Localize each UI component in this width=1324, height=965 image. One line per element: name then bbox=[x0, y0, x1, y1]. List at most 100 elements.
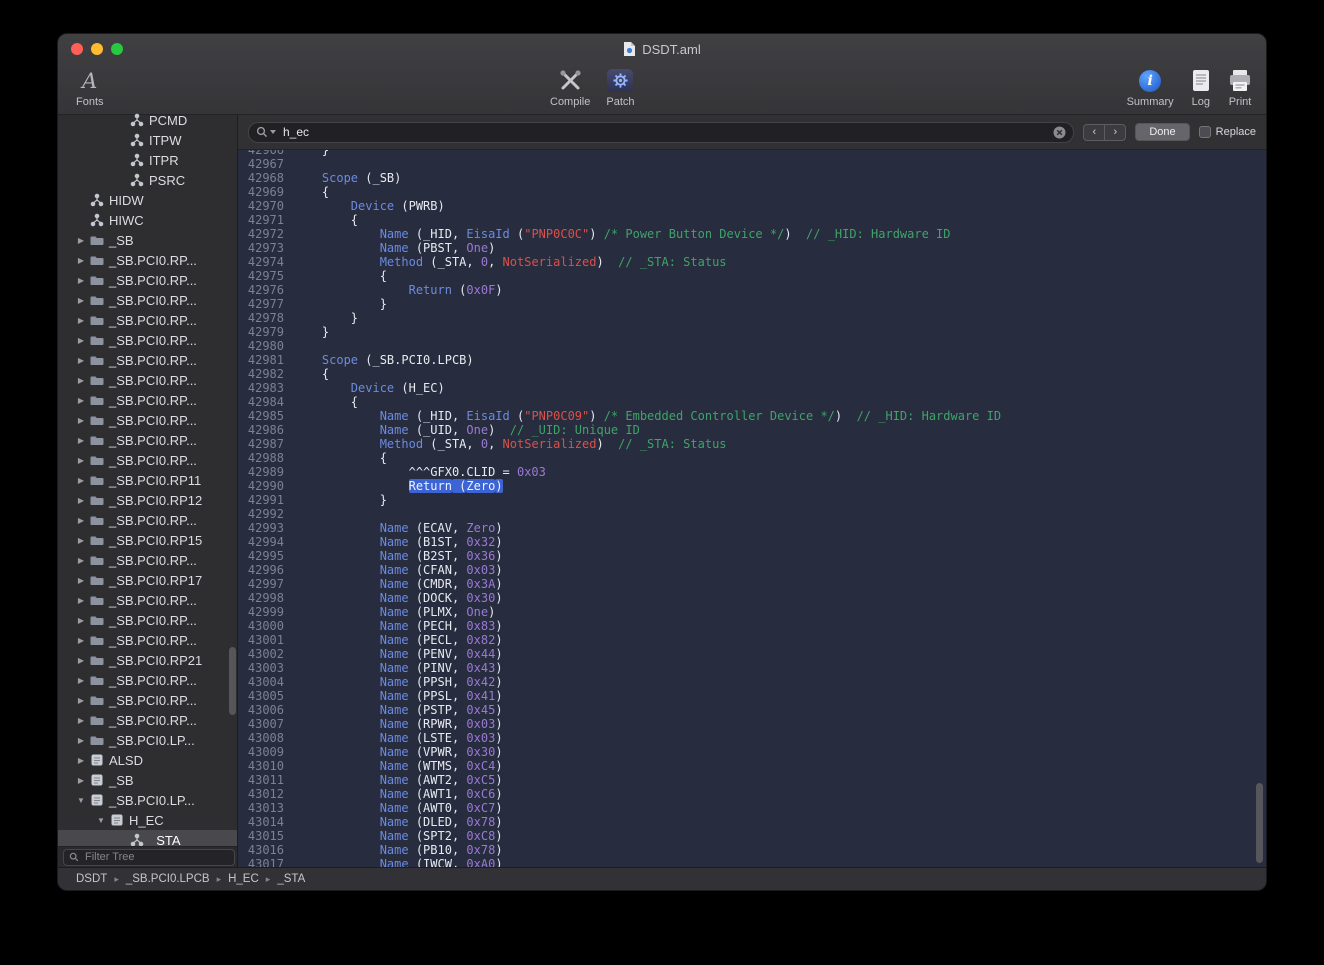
sidebar-item-_sb-pci0-rp21[interactable]: ▶_SB.PCI0.RP21 bbox=[58, 650, 237, 670]
disclosure-expanded-icon[interactable]: ▼ bbox=[74, 796, 88, 805]
code-line[interactable]: 42973 Name (PBST, One) bbox=[238, 241, 1266, 255]
code-line[interactable]: 42987 Method (_STA, 0, NotSerialized) //… bbox=[238, 437, 1266, 451]
disclosure-collapsed-icon[interactable]: ▶ bbox=[74, 236, 88, 245]
code-line[interactable]: 43013 Name (AWT0, 0xC7) bbox=[238, 801, 1266, 815]
code-line[interactable]: 42983 Device (H_EC) bbox=[238, 381, 1266, 395]
disclosure-collapsed-icon[interactable]: ▶ bbox=[74, 396, 88, 405]
find-next-button[interactable]: › bbox=[1104, 124, 1126, 141]
code-line[interactable]: 42996 Name (CFAN, 0x03) bbox=[238, 563, 1266, 577]
sidebar-item-_sb-pci0-lp-[interactable]: ▼_SB.PCI0.LP... bbox=[58, 790, 237, 810]
code-line[interactable]: 42980 bbox=[238, 339, 1266, 353]
code-line[interactable]: 42991 } bbox=[238, 493, 1266, 507]
code-line[interactable]: 42972 Name (_HID, EisaId ("PNP0C0C") /* … bbox=[238, 227, 1266, 241]
minimize-window-button[interactable] bbox=[91, 43, 103, 55]
code-line[interactable]: 42999 Name (PLMX, One) bbox=[238, 605, 1266, 619]
sidebar-scrollbar-thumb[interactable] bbox=[229, 647, 236, 715]
code-line[interactable]: 42988 { bbox=[238, 451, 1266, 465]
sidebar-item-_sb-pci0-lp-[interactable]: ▶_SB.PCI0.LP... bbox=[58, 730, 237, 750]
disclosure-collapsed-icon[interactable]: ▶ bbox=[74, 376, 88, 385]
code-line[interactable]: 42985 Name (_HID, EisaId ("PNP0C09") /* … bbox=[238, 409, 1266, 423]
sidebar-item-_sb-pci0-rp-[interactable]: ▶_SB.PCI0.RP... bbox=[58, 410, 237, 430]
code-line[interactable]: 42968 Scope (_SB) bbox=[238, 171, 1266, 185]
sidebar-item-psrc[interactable]: PSRC bbox=[58, 170, 237, 190]
replace-checkbox[interactable] bbox=[1199, 126, 1211, 138]
disclosure-expanded-icon[interactable]: ▼ bbox=[94, 816, 108, 825]
compile-button[interactable]: Compile bbox=[550, 68, 590, 108]
disclosure-collapsed-icon[interactable]: ▶ bbox=[74, 756, 88, 765]
code-line[interactable]: 42998 Name (DOCK, 0x30) bbox=[238, 591, 1266, 605]
disclosure-collapsed-icon[interactable]: ▶ bbox=[74, 276, 88, 285]
disclosure-collapsed-icon[interactable]: ▶ bbox=[74, 676, 88, 685]
sidebar-item-_sb-pci0-rp-[interactable]: ▶_SB.PCI0.RP... bbox=[58, 290, 237, 310]
sidebar-item-_sb-pci0-rp-[interactable]: ▶_SB.PCI0.RP... bbox=[58, 710, 237, 730]
disclosure-collapsed-icon[interactable]: ▶ bbox=[74, 496, 88, 505]
disclosure-collapsed-icon[interactable]: ▶ bbox=[74, 696, 88, 705]
code-line[interactable]: 43005 Name (PPSL, 0x41) bbox=[238, 689, 1266, 703]
code-line[interactable]: 43010 Name (WTMS, 0xC4) bbox=[238, 759, 1266, 773]
sidebar-item-_sb-pci0-rp17[interactable]: ▶_SB.PCI0.RP17 bbox=[58, 570, 237, 590]
code-editor[interactable]: 42966 }4296742968 Scope (_SB)42969 { 4297… bbox=[238, 150, 1266, 867]
code-line[interactable]: 42971 { bbox=[238, 213, 1266, 227]
code-line[interactable]: 42989 ^^^GFX0.CLID = 0x03 bbox=[238, 465, 1266, 479]
code-line[interactable]: 42969 { bbox=[238, 185, 1266, 199]
breadcrumb-item[interactable]: DSDT bbox=[76, 873, 107, 885]
code-line[interactable]: 43012 Name (AWT1, 0xC6) bbox=[238, 787, 1266, 801]
sidebar-item-_sb[interactable]: ▶_SB bbox=[58, 770, 237, 790]
code-line[interactable]: 43003 Name (PINV, 0x43) bbox=[238, 661, 1266, 675]
sidebar-item-hiwc[interactable]: HIWC bbox=[58, 210, 237, 230]
titlebar[interactable]: DSDT.aml bbox=[58, 34, 1266, 64]
sidebar-item-_sb-pci0-rp-[interactable]: ▶_SB.PCI0.RP... bbox=[58, 670, 237, 690]
disclosure-collapsed-icon[interactable]: ▶ bbox=[74, 776, 88, 785]
code-line[interactable]: 42976 Return (0x0F) bbox=[238, 283, 1266, 297]
code-line[interactable]: 42974 Method (_STA, 0, NotSerialized) //… bbox=[238, 255, 1266, 269]
code-line[interactable]: 42977 } bbox=[238, 297, 1266, 311]
sidebar-item-_sb-pci0-rp-[interactable]: ▶_SB.PCI0.RP... bbox=[58, 370, 237, 390]
code-line[interactable]: 43017 Name (IWCW, 0xA0) bbox=[238, 857, 1266, 867]
sidebar-item-_sb-pci0-rp-[interactable]: ▶_SB.PCI0.RP... bbox=[58, 690, 237, 710]
code-line[interactable]: 43016 Name (PB10, 0x78) bbox=[238, 843, 1266, 857]
code-line[interactable]: 42982 { bbox=[238, 367, 1266, 381]
done-button[interactable]: Done bbox=[1135, 123, 1189, 141]
code-line[interactable]: 43008 Name (LSTE, 0x03) bbox=[238, 731, 1266, 745]
sidebar-item-_sb-pci0-rp-[interactable]: ▶_SB.PCI0.RP... bbox=[58, 350, 237, 370]
code-line[interactable]: 42967 bbox=[238, 157, 1266, 171]
sidebar-item-_sb-pci0-rp-[interactable]: ▶_SB.PCI0.RP... bbox=[58, 550, 237, 570]
disclosure-collapsed-icon[interactable]: ▶ bbox=[74, 736, 88, 745]
sidebar-item-_sb-pci0-rp-[interactable]: ▶_SB.PCI0.RP... bbox=[58, 510, 237, 530]
log-button[interactable]: Log bbox=[1192, 68, 1210, 108]
sidebar-item-_sb-pci0-rp-[interactable]: ▶_SB.PCI0.RP... bbox=[58, 270, 237, 290]
zoom-window-button[interactable] bbox=[111, 43, 123, 55]
sidebar-item-itpw[interactable]: ITPW bbox=[58, 130, 237, 150]
code-line[interactable]: 43006 Name (PSTP, 0x45) bbox=[238, 703, 1266, 717]
sidebar-item-_sb-pci0-rp15[interactable]: ▶_SB.PCI0.RP15 bbox=[58, 530, 237, 550]
code-line[interactable]: 43009 Name (VPWR, 0x30) bbox=[238, 745, 1266, 759]
disclosure-collapsed-icon[interactable]: ▶ bbox=[74, 296, 88, 305]
search-input[interactable] bbox=[281, 124, 1051, 140]
find-previous-button[interactable]: ‹ bbox=[1083, 124, 1105, 141]
sidebar-item-_sb-pci0-rp-[interactable]: ▶_SB.PCI0.RP... bbox=[58, 630, 237, 650]
sidebar-item-_sb-pci0-rp-[interactable]: ▶_SB.PCI0.RP... bbox=[58, 250, 237, 270]
editor-scrollbar[interactable] bbox=[1255, 150, 1264, 867]
search-menu-caret-icon[interactable] bbox=[270, 130, 276, 134]
code-line[interactable]: 43014 Name (DLED, 0x78) bbox=[238, 815, 1266, 829]
sidebar-item-_sb-pci0-rp12[interactable]: ▶_SB.PCI0.RP12 bbox=[58, 490, 237, 510]
code-line[interactable]: 42993 Name (ECAV, Zero) bbox=[238, 521, 1266, 535]
sidebar-item-_sb-pci0-rp-[interactable]: ▶_SB.PCI0.RP... bbox=[58, 430, 237, 450]
sidebar-item-alsd[interactable]: ▶ALSD bbox=[58, 750, 237, 770]
sidebar-item-_sb-pci0-rp-[interactable]: ▶_SB.PCI0.RP... bbox=[58, 590, 237, 610]
code-line[interactable]: 42979 } bbox=[238, 325, 1266, 339]
code-line[interactable]: 42966 } bbox=[238, 150, 1266, 157]
disclosure-collapsed-icon[interactable]: ▶ bbox=[74, 316, 88, 325]
sidebar-item-_sb[interactable]: ▶_SB bbox=[58, 230, 237, 250]
close-window-button[interactable] bbox=[71, 43, 83, 55]
sidebar-item-_sb-pci0-rp-[interactable]: ▶_SB.PCI0.RP... bbox=[58, 610, 237, 630]
disclosure-collapsed-icon[interactable]: ▶ bbox=[74, 416, 88, 425]
fonts-button[interactable]: A Fonts bbox=[76, 68, 104, 108]
patch-button[interactable]: Patch bbox=[606, 68, 634, 108]
sidebar-item-_sb-pci0-rp11[interactable]: ▶_SB.PCI0.RP11 bbox=[58, 470, 237, 490]
disclosure-collapsed-icon[interactable]: ▶ bbox=[74, 476, 88, 485]
code-line[interactable]: 42984 { bbox=[238, 395, 1266, 409]
code-line[interactable]: 43011 Name (AWT2, 0xC5) bbox=[238, 773, 1266, 787]
disclosure-collapsed-icon[interactable]: ▶ bbox=[74, 516, 88, 525]
disclosure-collapsed-icon[interactable]: ▶ bbox=[74, 636, 88, 645]
